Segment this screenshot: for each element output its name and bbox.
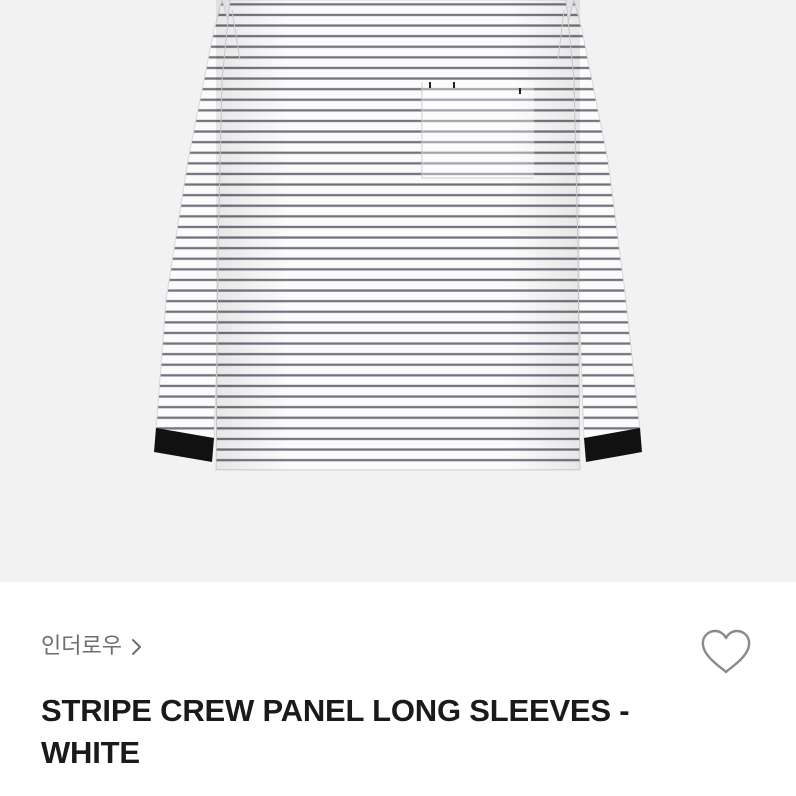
brand-name: 인더로우 xyxy=(41,634,122,659)
chevron-right-icon xyxy=(131,639,141,655)
product-title: STRIPE CREW PANEL LONG SLEEVES - WHITE xyxy=(41,693,630,770)
wishlist-button[interactable] xyxy=(698,626,754,678)
product-image[interactable] xyxy=(0,0,796,582)
heart-outline-icon xyxy=(701,629,751,674)
product-info: 인더로우 STRIPE CREW PANEL LONG SLEEVES - WH… xyxy=(0,582,796,796)
brand-link[interactable]: 인더로우 xyxy=(41,632,144,662)
product-photo xyxy=(154,0,642,471)
product-detail-page: 인더로우 STRIPE CREW PANEL LONG SLEEVES - WH… xyxy=(0,0,796,796)
